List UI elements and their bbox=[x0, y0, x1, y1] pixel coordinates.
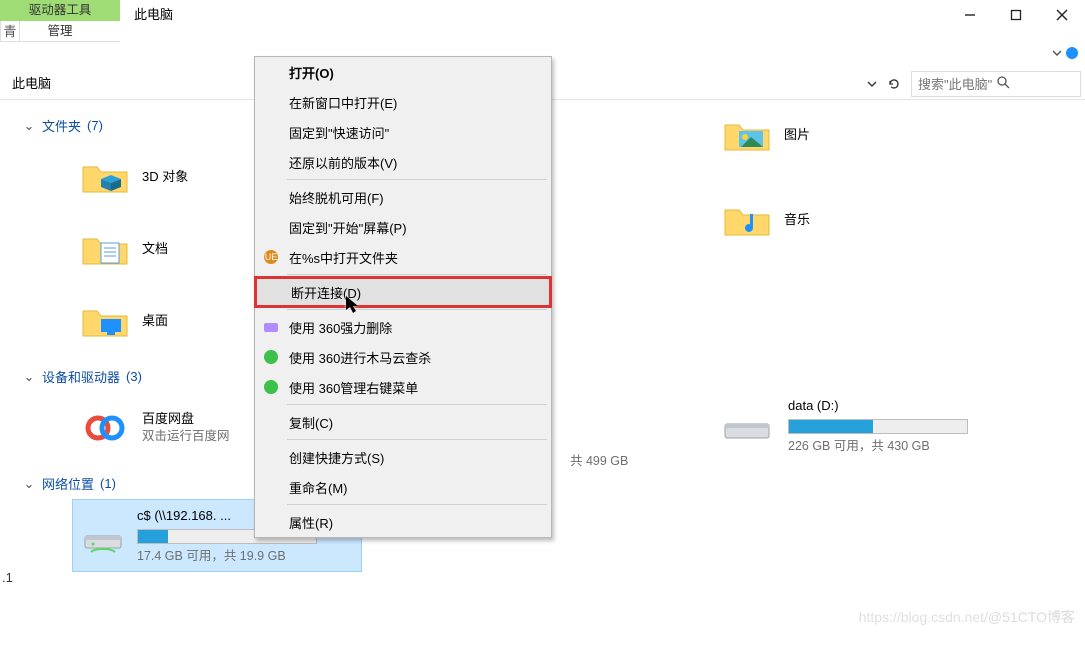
folder-tile-music[interactable]: 音乐 bbox=[720, 184, 968, 256]
chevron-down-icon: ⌄ bbox=[22, 476, 36, 492]
folder-icon bbox=[78, 298, 132, 344]
capacity-bar bbox=[788, 419, 968, 434]
ctx-label: 固定到"快速访问" bbox=[289, 123, 389, 142]
ctx-label: 在新窗口中打开(E) bbox=[289, 93, 397, 112]
ctx-label: 创建快捷方式(S) bbox=[289, 448, 384, 467]
footer-left-text: .1 bbox=[2, 570, 13, 585]
drive-tile-d[interactable]: data (D:) 226 GB 可用，共 430 GB bbox=[720, 396, 968, 455]
separator bbox=[287, 404, 547, 405]
drive-title: data (D:) bbox=[788, 396, 968, 416]
group-header-label: 网络位置 bbox=[42, 474, 94, 493]
tile-subtitle: 双击运行百度网 bbox=[142, 428, 230, 444]
capacity-text: 17.4 GB 可用，共 19.9 GB bbox=[137, 547, 317, 566]
ctx-rename[interactable]: 重命名(M) bbox=[255, 472, 551, 502]
ultraedit-icon: UE bbox=[262, 248, 280, 266]
ctx-disconnect[interactable]: 断开连接(D) bbox=[255, 277, 551, 307]
group-count: (1) bbox=[100, 476, 116, 491]
ctx-pin-start[interactable]: 固定到"开始"屏幕(P) bbox=[255, 212, 551, 242]
chevron-down-icon: ⌄ bbox=[22, 118, 36, 134]
ctx-copy[interactable]: 复制(C) bbox=[255, 407, 551, 437]
ctx-360-delete[interactable]: 使用 360强力删除 bbox=[255, 312, 551, 342]
folder-icon bbox=[78, 154, 132, 200]
ctx-pin-quick-access[interactable]: 固定到"快速访问" bbox=[255, 117, 551, 147]
ctx-label: 复制(C) bbox=[289, 413, 333, 432]
folder-icon bbox=[720, 112, 774, 158]
chevron-down-icon bbox=[867, 79, 877, 89]
ctx-label: 使用 360进行木马云查杀 bbox=[289, 348, 431, 367]
ctx-restore-previous[interactable]: 还原以前的版本(V) bbox=[255, 147, 551, 177]
ctx-label: 使用 360管理右键菜单 bbox=[289, 378, 418, 397]
ctx-label: 在%s中打开文件夹 bbox=[289, 248, 398, 267]
drive-icon bbox=[720, 408, 774, 444]
360-icon bbox=[262, 348, 280, 366]
ctx-open-in-ultraedit[interactable]: UE 在%s中打开文件夹 bbox=[255, 242, 551, 272]
360-icon bbox=[262, 378, 280, 396]
network-drive-icon bbox=[81, 516, 125, 556]
drive-c-size-text: 共 499 GB bbox=[570, 450, 628, 469]
ctx-open-new-window[interactable]: 在新窗口中打开(E) bbox=[255, 87, 551, 117]
refresh-button[interactable] bbox=[883, 71, 905, 97]
refresh-icon bbox=[887, 77, 901, 91]
maximize-button[interactable] bbox=[993, 0, 1039, 30]
folder-tile-pictures[interactable]: 图片 bbox=[720, 106, 968, 164]
separator bbox=[287, 439, 547, 440]
ctx-label: 始终脱机可用(F) bbox=[289, 188, 384, 207]
minimize-button[interactable] bbox=[947, 0, 993, 30]
separator bbox=[287, 179, 547, 180]
capacity-fill bbox=[789, 420, 873, 433]
ctx-open[interactable]: 打开(O) bbox=[255, 57, 551, 87]
window-controls bbox=[947, 0, 1085, 30]
breadcrumb[interactable]: 此电脑 bbox=[4, 71, 59, 97]
group-header-network[interactable]: ⌄ 网络位置 (1) bbox=[22, 474, 1085, 493]
search-placeholder: 搜索"此电脑" bbox=[918, 74, 996, 93]
ribbon-tab-drive-tools[interactable]: 驱动器工具 bbox=[0, 0, 120, 21]
ctx-label: 属性(R) bbox=[289, 513, 333, 532]
360-icon bbox=[262, 318, 280, 336]
window-title: 此电脑 bbox=[120, 0, 187, 27]
ctx-360-scan[interactable]: 使用 360进行木马云查杀 bbox=[255, 342, 551, 372]
folder-icon bbox=[720, 197, 774, 243]
ctx-label: 固定到"开始"屏幕(P) bbox=[289, 218, 407, 237]
capacity-text: 226 GB 可用，共 430 GB bbox=[788, 437, 968, 456]
tile-label: 音乐 bbox=[784, 212, 810, 229]
tile-label: 桌面 bbox=[142, 313, 168, 330]
ribbon-char-left: 青 bbox=[0, 21, 20, 42]
baidu-icon bbox=[78, 405, 132, 451]
ctx-label: 还原以前的版本(V) bbox=[289, 153, 397, 172]
group-count: (7) bbox=[87, 118, 103, 133]
chevron-down-icon: ⌄ bbox=[22, 369, 36, 385]
title-bar: 驱动器工具 管理 此电脑 bbox=[0, 0, 1085, 42]
help-circle-icon bbox=[1065, 46, 1079, 60]
group-count: (3) bbox=[126, 369, 142, 384]
search-icon bbox=[996, 75, 1074, 92]
svg-text:UE: UE bbox=[265, 252, 278, 262]
ctx-label: 使用 360强力删除 bbox=[289, 318, 392, 337]
address-dropdown[interactable] bbox=[861, 71, 883, 97]
tile-label: 3D 对象 bbox=[142, 169, 188, 186]
group-header-label: 文件夹 bbox=[42, 116, 81, 135]
separator bbox=[287, 504, 547, 505]
tile-label: 文档 bbox=[142, 241, 168, 258]
chevron-down-icon bbox=[1051, 47, 1063, 59]
close-button[interactable] bbox=[1039, 0, 1085, 30]
ctx-properties[interactable]: 属性(R) bbox=[255, 507, 551, 537]
ctx-360-menu[interactable]: 使用 360管理右键菜单 bbox=[255, 372, 551, 402]
ctx-always-offline[interactable]: 始终脱机可用(F) bbox=[255, 182, 551, 212]
ribbon-expand-control[interactable] bbox=[1051, 46, 1079, 60]
right-column: 图片 音乐 data (D:) 226 GB 可用，共 430 GB bbox=[720, 106, 968, 455]
tile-label: 图片 bbox=[784, 127, 810, 144]
separator bbox=[287, 309, 547, 310]
mouse-cursor-icon bbox=[346, 296, 360, 314]
tile-title: 百度网盘 bbox=[142, 411, 230, 428]
capacity-fill bbox=[138, 530, 168, 543]
separator bbox=[287, 274, 547, 275]
watermark: https://blog.csdn.net/@51CTO博客 bbox=[859, 607, 1075, 627]
group-header-label: 设备和驱动器 bbox=[42, 367, 120, 386]
folder-icon bbox=[78, 226, 132, 272]
ctx-create-shortcut[interactable]: 创建快捷方式(S) bbox=[255, 442, 551, 472]
context-menu: 打开(O) 在新窗口中打开(E) 固定到"快速访问" 还原以前的版本(V) 始终… bbox=[254, 56, 552, 538]
ctx-label: 打开(O) bbox=[289, 63, 334, 82]
search-box[interactable]: 搜索"此电脑" bbox=[911, 71, 1081, 97]
ctx-label: 重命名(M) bbox=[289, 478, 348, 497]
